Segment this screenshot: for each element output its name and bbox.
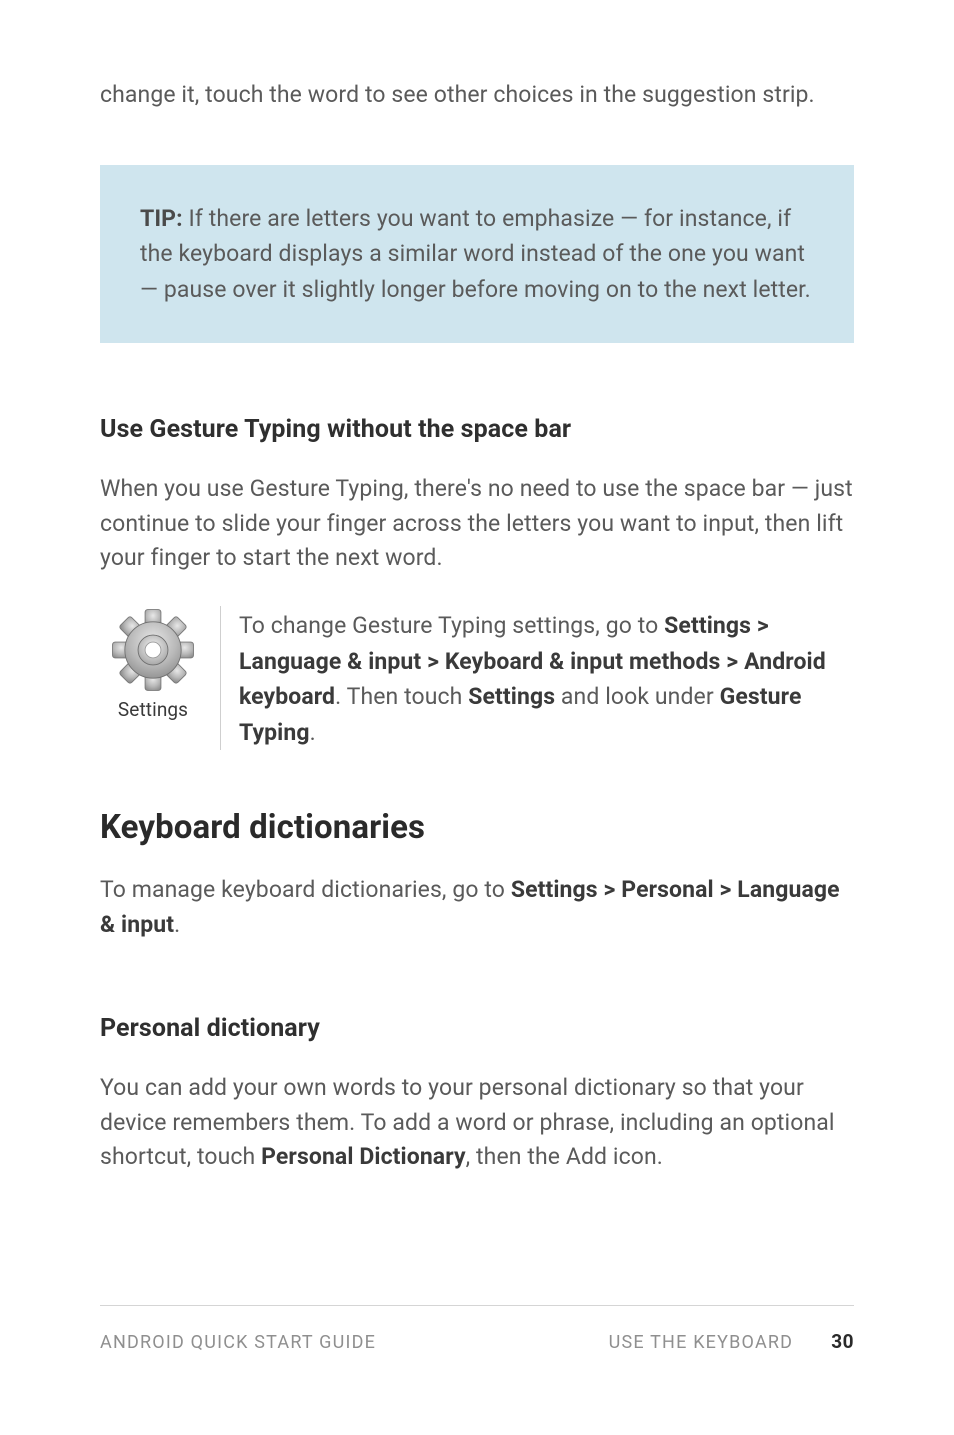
heading-personal-dictionary: Personal dictionary	[100, 1014, 854, 1043]
text-segment: .	[174, 911, 180, 938]
keyboard-dictionaries-paragraph: To manage keyboard dictionaries, go to S…	[100, 873, 854, 942]
settings-icon-column: Settings	[100, 606, 206, 751]
heading-keyboard-dictionaries: Keyboard dictionaries	[100, 808, 854, 847]
page-number: 30	[831, 1330, 854, 1353]
personal-dictionary-paragraph: You can add your own words to your perso…	[100, 1071, 854, 1175]
intro-paragraph: change it, touch the word to see other c…	[100, 78, 854, 113]
text-segment: .	[310, 719, 316, 746]
text-segment: To change Gesture Typing settings, go to	[239, 612, 664, 639]
heading-gesture-typing-no-space: Use Gesture Typing without the space bar	[100, 415, 854, 444]
settings-icon-caption: Settings	[100, 698, 206, 721]
gear-icon	[109, 606, 197, 694]
vertical-divider	[220, 606, 221, 751]
text-segment: . Then touch	[335, 683, 468, 710]
tip-callout: TIP: If there are letters you want to em…	[100, 165, 854, 344]
footer-divider	[100, 1305, 854, 1306]
settings-instructions: To change Gesture Typing settings, go to…	[239, 606, 854, 751]
personal-dictionary-bold: Personal Dictionary	[261, 1143, 466, 1170]
tip-text: If there are letters you want to emphasi…	[140, 205, 811, 303]
text-segment: and look under	[555, 683, 719, 710]
settings-icon-block: Settings To change Gesture Typing settin…	[100, 606, 854, 751]
text-segment: To manage keyboard dictionaries, go to	[100, 876, 511, 903]
gesture-typing-paragraph: When you use Gesture Typing, there's no …	[100, 472, 854, 576]
footer-section-title: USE THE KEYBOARD	[609, 1332, 794, 1353]
text-segment: , then the Add icon.	[466, 1143, 663, 1170]
settings-bold: Settings	[468, 683, 555, 710]
tip-label: TIP:	[140, 205, 183, 232]
page-footer: ANDROID QUICK START GUIDE USE THE KEYBOA…	[100, 1305, 854, 1353]
footer-guide-title: ANDROID QUICK START GUIDE	[100, 1332, 376, 1353]
